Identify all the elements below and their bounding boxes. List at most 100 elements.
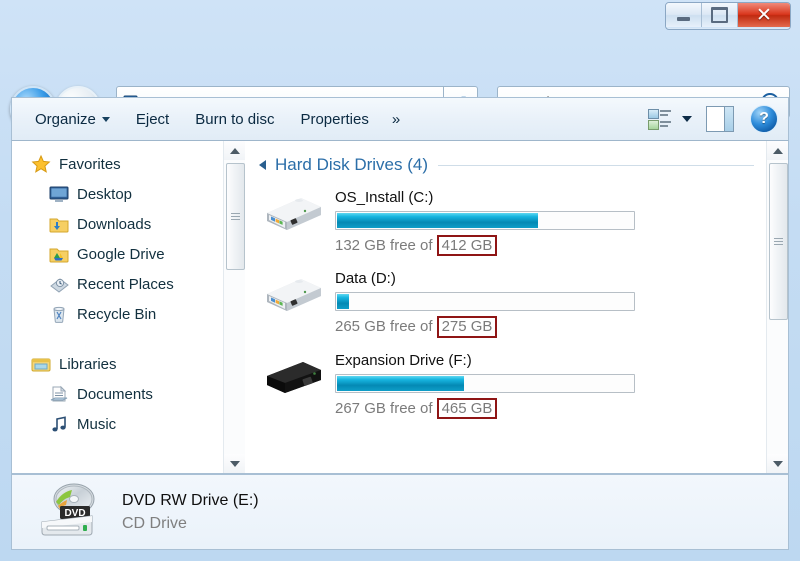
details-text: DVD RW Drive (E:) CD Drive [122, 492, 259, 533]
view-dropdown-icon[interactable] [682, 116, 692, 122]
music-library-icon [48, 414, 70, 434]
organize-button[interactable]: Organize [22, 106, 123, 133]
chevron-down-icon [102, 117, 110, 122]
drive-name: OS_Install (C:) [335, 189, 766, 206]
address-bar-row: ← → ▸ Computer ▸ ↺ Search Computer [0, 40, 800, 90]
recent-places-icon [48, 274, 70, 294]
chevron-down-icon [230, 461, 240, 467]
maximize-button[interactable] [702, 3, 738, 27]
organize-label: Organize [35, 111, 96, 128]
drive-capacity-fill [337, 376, 464, 391]
chevron-down-icon [773, 461, 783, 467]
drive-capacity-fill [337, 294, 349, 309]
nav-scroll-down-button[interactable] [224, 454, 245, 473]
properties-button[interactable]: Properties [287, 106, 381, 133]
drive-capacity-highlight: 465 GB [437, 398, 498, 419]
burn-to-disc-button[interactable]: Burn to disc [182, 106, 287, 133]
sidebar-item-label: Recycle Bin [77, 306, 156, 323]
burn-label: Burn to disc [195, 111, 274, 128]
sidebar-item-label: Downloads [77, 216, 151, 233]
recycle-bin-icon [48, 304, 70, 324]
sidebar-item-recycle-bin[interactable]: Recycle Bin [12, 299, 223, 329]
internal-hard-drive-icon [263, 187, 325, 237]
window-controls: ✕ [665, 2, 791, 30]
explorer-window: ✕ ← → ▸ Computer ▸ ↺ [0, 0, 800, 561]
drive-item[interactable]: Expansion Drive (F:)267 GB free of465 GB [245, 338, 766, 419]
sidebar-item-label: Favorites [59, 156, 121, 173]
close-icon: ✕ [756, 6, 772, 25]
title-bar: ✕ [0, 0, 800, 40]
sidebar-item-documents[interactable]: Documents [12, 379, 223, 409]
preview-pane-button[interactable] [706, 106, 734, 132]
sidebar-item-label: Libraries [59, 356, 117, 373]
drive-capacity-highlight: 275 GB [437, 316, 498, 337]
drive-free-prefix: 265 GB free of [335, 318, 433, 335]
libraries-icon [30, 354, 52, 374]
command-toolbar: Organize Eject Burn to disc Properties » [11, 97, 789, 141]
drive-list: OS_Install (C:)132 GB free of412 GBData … [245, 175, 766, 419]
chevron-up-icon [773, 148, 783, 154]
sidebar-item-recent-places[interactable]: Recent Places [12, 269, 223, 299]
drive-name: Expansion Drive (F:) [335, 352, 766, 369]
group-title: Hard Disk Drives (4) [275, 155, 428, 175]
drive-free-space: 265 GB free of275 GB [335, 316, 766, 337]
close-button[interactable]: ✕ [738, 3, 790, 27]
drive-item[interactable]: Data (D:) 265 GB free of275 GB [245, 256, 766, 337]
downloads-folder-icon [48, 214, 70, 234]
drive-capacity-bar [335, 211, 635, 230]
grip-icon [231, 213, 240, 220]
nav-scrollbar-thumb[interactable] [226, 163, 245, 270]
sidebar-item-desktop[interactable]: Desktop [12, 179, 223, 209]
sidebar-item-label: Recent Places [77, 276, 174, 293]
toolbar-overflow-button[interactable]: » [382, 106, 410, 133]
content-scroll-down-button[interactable] [767, 454, 788, 473]
navigation-group-gap [12, 329, 223, 349]
details-title: DVD RW Drive (E:) [122, 492, 259, 510]
sidebar-item-label: Desktop [77, 186, 132, 203]
group-divider [438, 165, 754, 166]
navigation-scrollbar[interactable] [223, 141, 245, 473]
google-drive-folder-icon [48, 244, 70, 264]
minimize-icon [677, 17, 690, 21]
sidebar-item-favorites[interactable]: Favorites [12, 149, 223, 179]
drive-capacity-highlight: 412 GB [437, 235, 498, 256]
content-scrollbar-thumb[interactable] [769, 163, 788, 320]
grip-icon [774, 238, 783, 245]
file-list-pane: Hard Disk Drives (4) OS_Install (C:) 132 … [245, 141, 766, 473]
chevron-up-icon [230, 148, 240, 154]
drive-capacity-fill [337, 213, 538, 228]
drive-info: OS_Install (C:) 132 GB free of412 GB [335, 187, 766, 256]
nav-scroll-up-button[interactable] [224, 141, 245, 160]
drive-name: Data (D:) [335, 270, 766, 287]
sidebar-item-label: Music [77, 416, 116, 433]
explorer-body: Favorites Desktop Downloads Google Drive Rec… [11, 141, 789, 474]
eject-button[interactable]: Eject [123, 106, 182, 133]
content-scrollbar[interactable] [766, 141, 788, 473]
documents-library-icon [48, 384, 70, 404]
minimize-button[interactable] [666, 3, 702, 27]
dvd-drive-icon: DVD [34, 482, 106, 542]
help-button[interactable]: ? [750, 105, 778, 133]
drive-capacity-bar [335, 374, 635, 393]
details-subtitle: CD Drive [122, 515, 259, 533]
drive-info: Expansion Drive (F:)267 GB free of465 GB [335, 350, 766, 419]
eject-label: Eject [136, 111, 169, 128]
drive-free-prefix: 132 GB free of [335, 237, 433, 254]
navigation-list: Favorites Desktop Downloads Google Drive Rec… [12, 141, 223, 439]
drive-free-space: 132 GB free of412 GB [335, 235, 766, 256]
internal-hard-drive-icon [263, 268, 325, 318]
sidebar-item-google-drive[interactable]: Google Drive [12, 239, 223, 269]
external-hard-drive-icon [263, 350, 325, 400]
group-header-hard-disk-drives[interactable]: Hard Disk Drives (4) [245, 141, 766, 175]
change-view-icon[interactable] [648, 109, 672, 129]
desktop-icon [48, 184, 70, 204]
collapse-triangle-icon[interactable] [259, 160, 266, 170]
sidebar-item-downloads[interactable]: Downloads [12, 209, 223, 239]
sidebar-item-music[interactable]: Music [12, 409, 223, 439]
drive-item[interactable]: OS_Install (C:) 132 GB free of412 GB [245, 175, 766, 256]
help-icon: ? [759, 110, 769, 128]
content-scroll-up-button[interactable] [767, 141, 788, 160]
properties-label: Properties [300, 111, 368, 128]
sidebar-item-libraries[interactable]: Libraries [12, 349, 223, 379]
sidebar-item-label: Documents [77, 386, 153, 403]
